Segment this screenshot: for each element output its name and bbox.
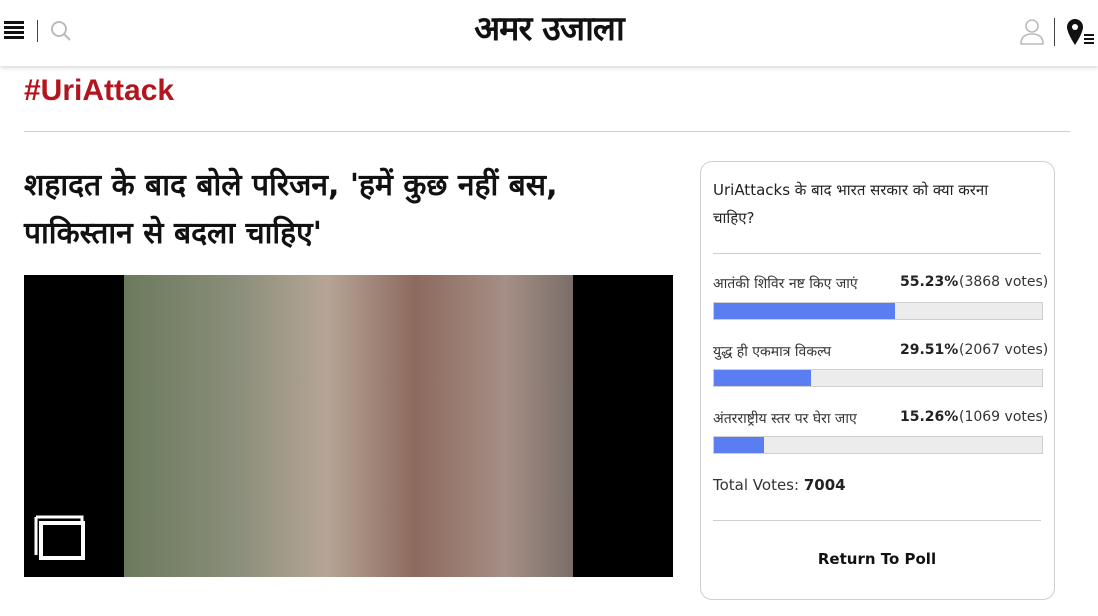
poll-option-label: आतंकी शिविर नष्ट किए जाएं bbox=[713, 276, 858, 292]
poll-result-fill bbox=[714, 303, 896, 319]
return-to-poll-button[interactable]: Return To Poll bbox=[713, 542, 1041, 576]
divider bbox=[24, 131, 1070, 132]
poll-option-label: युद्ध ही एकमात्र विकल्प bbox=[713, 344, 832, 360]
poll-option-votes: (1069 votes) bbox=[959, 409, 1049, 425]
divider bbox=[713, 520, 1041, 521]
site-logo[interactable]: अमर उजाला bbox=[0, 4, 1098, 50]
poll-option-votes: (2067 votes) bbox=[959, 342, 1049, 358]
site-header: अमर उजाला bbox=[0, 0, 1098, 66]
poll-total-value: 7004 bbox=[803, 476, 846, 494]
poll-result-bar bbox=[713, 436, 1043, 454]
poll-total-votes: Total Votes: 7004 bbox=[713, 476, 846, 494]
header-divider bbox=[1054, 18, 1055, 46]
poll-result-bar bbox=[713, 369, 1043, 387]
gallery-icon[interactable] bbox=[34, 515, 86, 561]
poll-total-label: Total Votes: bbox=[713, 476, 800, 494]
photo-image bbox=[124, 275, 573, 577]
article-photo[interactable] bbox=[24, 275, 673, 577]
poll-result-fill bbox=[714, 370, 811, 386]
article-headline[interactable]: शहादत के बाद बोले परिजन, 'हमें कुछ नहीं … bbox=[24, 162, 674, 258]
poll-option-votes: (3868 votes) bbox=[959, 274, 1049, 290]
poll-option-label: अंतरराष्ट्रीय स्तर पर घेरा जाए bbox=[713, 411, 857, 427]
poll-result-bar bbox=[713, 302, 1043, 320]
divider bbox=[713, 253, 1041, 254]
poll-widget: UriAttacks के बाद भारत सरकार को क्या करन… bbox=[700, 161, 1055, 600]
topic-tag-link[interactable]: #UriAttack bbox=[24, 74, 174, 108]
poll-option-percent: 15.26% bbox=[900, 409, 959, 425]
poll-question: UriAttacks के बाद भारत सरकार को क्या करन… bbox=[713, 181, 989, 227]
poll-option-percent: 29.51% bbox=[900, 342, 959, 358]
location-menu-icon[interactable] bbox=[1064, 17, 1096, 47]
poll-option-percent: 55.23% bbox=[900, 274, 959, 290]
user-icon[interactable] bbox=[1018, 17, 1046, 45]
poll-result-fill bbox=[714, 437, 765, 453]
